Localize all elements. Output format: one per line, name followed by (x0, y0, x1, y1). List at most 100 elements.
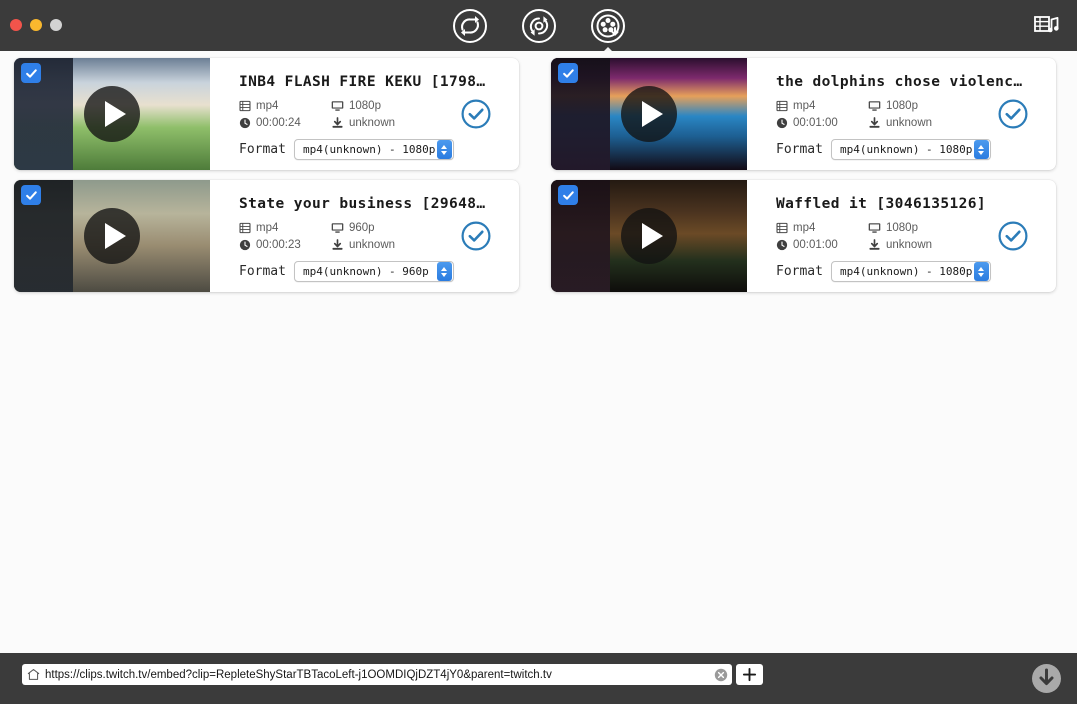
download-tray-icon (331, 117, 344, 129)
format-select-value: mp4(unknown) - 1080p (839, 265, 973, 278)
format-label: Format (239, 264, 286, 279)
video-card[interactable]: Waffled it [3046135126] mp4 1080p 00:01:… (551, 180, 1056, 292)
film-icon (239, 100, 251, 112)
meta-container: mp4 (776, 100, 868, 112)
video-select-checkbox[interactable] (558, 63, 578, 83)
film-icon (776, 100, 788, 112)
monitor-icon (868, 222, 881, 234)
chevron-down-icon (978, 150, 985, 155)
video-title: Waffled it [3046135126] (776, 196, 986, 212)
play-triangle-icon (641, 101, 663, 127)
format-label: Format (776, 142, 823, 157)
film-icon (239, 222, 251, 234)
meta-duration: 00:00:24 (239, 117, 331, 129)
video-select-checkbox[interactable] (21, 63, 41, 83)
convert-icon[interactable] (451, 7, 489, 45)
video-select-checkbox[interactable] (558, 185, 578, 205)
meta-container: mp4 (239, 222, 331, 234)
video-card[interactable]: the dolphins chose violenc… mp4 1080p 00… (551, 58, 1056, 170)
video-list-area: INB4 FLASH FIRE KEKU [1798… mp4 1080p 00… (0, 51, 1077, 653)
add-url-button[interactable] (736, 664, 763, 685)
clock-icon (776, 117, 788, 129)
video-thumbnail[interactable] (551, 58, 747, 170)
format-stepper-icon[interactable] (436, 262, 452, 281)
video-title: the dolphins chose violenc… (776, 74, 1023, 90)
video-title: INB4 FLASH FIRE KEKU [1798… (239, 74, 486, 90)
title-bar (0, 0, 1077, 51)
format-select[interactable]: mp4(unknown) - 1080p (293, 139, 454, 160)
home-icon (27, 668, 40, 681)
meta-container: mp4 (239, 100, 331, 112)
url-text[interactable]: https://clips.twitch.tv/embed?clip=Reple… (45, 669, 714, 681)
confirm-download-button[interactable] (997, 98, 1029, 130)
meta-container: mp4 (776, 222, 868, 234)
format-row: Format mp4(unknown) - 1080p (239, 139, 454, 160)
url-entry-group: https://clips.twitch.tv/embed?clip=Reple… (22, 664, 763, 685)
chevron-up-icon (978, 266, 985, 271)
format-select[interactable]: mp4(unknown) - 1080p (830, 261, 991, 282)
settings-rotate-icon[interactable] (520, 7, 558, 45)
confirm-download-button[interactable] (460, 98, 492, 130)
download-tray-icon (868, 117, 881, 129)
bottom-bar: https://clips.twitch.tv/embed?clip=Reple… (0, 653, 1077, 704)
video-cards-grid: INB4 FLASH FIRE KEKU [1798… mp4 1080p 00… (14, 58, 1063, 292)
video-info: INB4 FLASH FIRE KEKU [1798… mp4 1080p 00… (210, 58, 519, 170)
monitor-icon (331, 222, 344, 234)
confirm-download-button[interactable] (460, 220, 492, 252)
format-row: Format mp4(unknown) - 1080p (776, 261, 991, 282)
chevron-down-icon (441, 272, 448, 277)
video-info: State your business [29648… mp4 960p 00:… (210, 180, 519, 292)
media-library-icon[interactable] (1029, 9, 1063, 43)
format-stepper-icon[interactable] (436, 140, 452, 159)
video-card[interactable]: State your business [29648… mp4 960p 00:… (14, 180, 519, 292)
format-stepper-icon[interactable] (973, 262, 989, 281)
play-button[interactable] (621, 208, 677, 264)
play-triangle-icon (104, 101, 126, 127)
format-select-value: mp4(unknown) - 960p (302, 265, 429, 278)
format-label: Format (776, 264, 823, 279)
format-row: Format mp4(unknown) - 960p (239, 261, 454, 282)
chevron-up-icon (978, 144, 985, 149)
play-triangle-icon (104, 223, 126, 249)
clock-icon (776, 239, 788, 251)
monitor-icon (331, 100, 344, 112)
video-info: Waffled it [3046135126] mp4 1080p 00:01:… (747, 180, 1056, 292)
format-label: Format (239, 142, 286, 157)
film-icon (776, 222, 788, 234)
format-select[interactable]: mp4(unknown) - 1080p (830, 139, 991, 160)
video-thumbnail[interactable] (14, 180, 210, 292)
clock-icon (239, 117, 251, 129)
chevron-up-icon (441, 266, 448, 271)
url-input-field[interactable]: https://clips.twitch.tv/embed?clip=Reple… (22, 664, 732, 685)
play-button[interactable] (84, 208, 140, 264)
download-tray-icon (868, 239, 881, 251)
confirm-download-button[interactable] (997, 220, 1029, 252)
download-reel-icon[interactable] (589, 7, 627, 45)
meta-duration: 00:00:23 (239, 239, 331, 251)
monitor-icon (868, 100, 881, 112)
format-select[interactable]: mp4(unknown) - 960p (293, 261, 454, 282)
video-title: State your business [29648… (239, 196, 486, 212)
meta-duration: 00:01:00 (776, 239, 868, 251)
video-card[interactable]: INB4 FLASH FIRE KEKU [1798… mp4 1080p 00… (14, 58, 519, 170)
meta-duration: 00:01:00 (776, 117, 868, 129)
format-select-value: mp4(unknown) - 1080p (302, 143, 436, 156)
download-all-button[interactable] (1030, 662, 1063, 695)
play-button[interactable] (84, 86, 140, 142)
format-row: Format mp4(unknown) - 1080p (776, 139, 991, 160)
play-button[interactable] (621, 86, 677, 142)
video-thumbnail[interactable] (551, 180, 747, 292)
download-tray-icon (331, 239, 344, 251)
clear-url-icon[interactable] (714, 668, 728, 682)
play-triangle-icon (641, 223, 663, 249)
format-stepper-icon[interactable] (973, 140, 989, 159)
video-thumbnail[interactable] (14, 58, 210, 170)
video-select-checkbox[interactable] (21, 185, 41, 205)
format-select-value: mp4(unknown) - 1080p (839, 143, 973, 156)
video-info: the dolphins chose violenc… mp4 1080p 00… (747, 58, 1056, 170)
chevron-down-icon (978, 272, 985, 277)
clock-icon (239, 239, 251, 251)
chevron-up-icon (441, 144, 448, 149)
main-toolbar (0, 0, 1077, 51)
chevron-down-icon (441, 150, 448, 155)
